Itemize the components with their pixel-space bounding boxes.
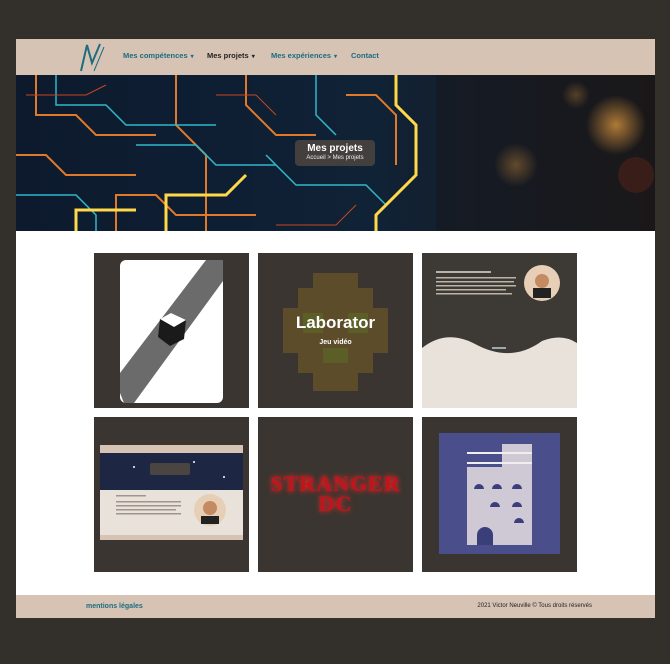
nav-item-competences[interactable]: Mes compétences ▾ [123,51,194,60]
project-card-website[interactable] [94,417,249,572]
top-navbar: Mes compétences ▾ Mes projets ▾ Mes expéri… [16,39,655,75]
hero-banner: Mes projets Accueil > Mes projets [16,75,655,231]
chevron-down-icon: ▾ [334,54,338,60]
project-card-3d-model[interactable] [422,417,577,572]
portfolio-screenshot [422,253,577,408]
nav-item-label: Mes compétences [123,51,188,60]
legal-notice-link[interactable]: mentions légales [86,603,143,610]
project-card-1[interactable] [94,253,249,408]
project-card-laborator[interactable]: Laborator Jeu vidéo [258,253,413,408]
site-footer: mentions légales 2021 Victor Neuville © … [16,595,655,618]
project-card-stranger-dc[interactable]: STRANGER DC [258,417,413,572]
page-title: Mes projets [307,143,363,154]
copyright-text: 2021 Victor Neuville © Tous droits réser… [477,603,592,609]
project-title: STRANGER DC [270,471,401,516]
nav-item-label: Mes expériences [271,51,332,60]
nav-item-experiences[interactable]: Mes expériences ▾ [271,51,337,60]
project-card-portfolio[interactable] [422,253,577,408]
nav-item-label: Contact [351,51,379,60]
puzzle-app-icon [120,260,223,403]
chevron-down-icon: ▾ [190,54,194,60]
project-subtitle: Jeu vidéo [319,339,352,346]
nav-item-projets[interactable]: Mes projets ▾ [207,51,255,60]
page-title-box: Mes projets Accueil > Mes projets [295,140,375,166]
site-logo[interactable] [78,41,108,73]
chevron-down-icon: ▾ [251,54,255,60]
breadcrumb[interactable]: Accueil > Mes projets [295,155,375,161]
nav-item-label: Mes projets [207,51,249,60]
browser-page: Mes compétences ▾ Mes projets ▾ Mes expéri… [16,39,655,618]
nav-item-contact[interactable]: Contact [351,51,379,60]
website-screenshot [100,445,243,540]
project-title: Laborator [295,313,376,332]
3d-model-render [439,433,560,554]
